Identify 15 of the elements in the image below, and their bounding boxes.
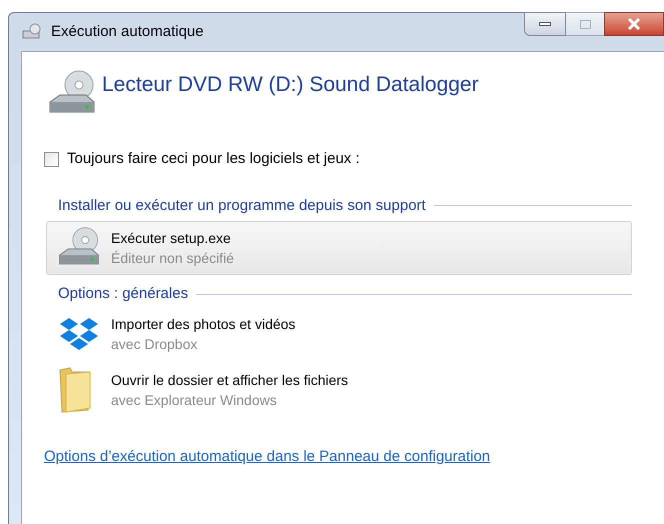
close-icon xyxy=(627,18,641,30)
minimize-button[interactable] xyxy=(524,12,566,36)
device-title: Lecteur DVD RW (D:) Sound Datalogger xyxy=(102,72,479,98)
option-item[interactable]: Exécuter setup.exe Éditeur non spécifié xyxy=(46,221,632,275)
control-panel-link[interactable]: Options d’exécution automatique dans le Panneau de configuration xyxy=(44,446,490,468)
section-heading: Installer ou exécuter un programme depuis son support xyxy=(58,196,426,216)
close-button[interactable] xyxy=(604,12,664,36)
checkbox[interactable] xyxy=(44,152,59,167)
minimize-icon xyxy=(539,22,551,26)
window-title: Exécution automatique xyxy=(51,22,204,42)
autoplay-icon xyxy=(21,23,43,41)
box-logo-icon xyxy=(59,316,99,352)
maximize-icon xyxy=(580,20,590,28)
section-heading: Options : générales xyxy=(58,284,188,304)
checkbox-label: Toujours faire ceci pour les logiciels et jeux : xyxy=(67,149,360,169)
